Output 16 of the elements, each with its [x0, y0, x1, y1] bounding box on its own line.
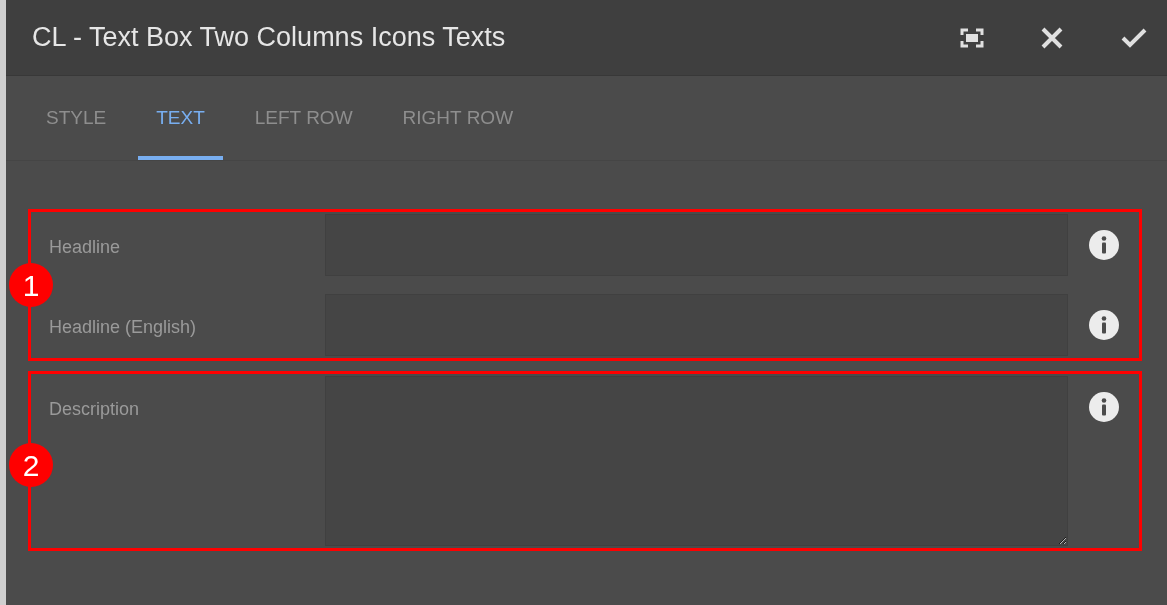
- tab[interactable]: LEFT ROW: [236, 76, 371, 160]
- tab[interactable]: RIGHT ROW: [384, 76, 532, 160]
- tab[interactable]: TEXT: [138, 76, 223, 160]
- info-icon[interactable]: [1088, 392, 1119, 422]
- field-label: Headline: [48, 236, 122, 259]
- callout-number: 1: [9, 263, 53, 307]
- close-icon: [1041, 26, 1063, 49]
- tab[interactable]: STYLE: [28, 76, 125, 160]
- info-icon[interactable]: [1088, 230, 1119, 260]
- field-label: Description: [48, 398, 141, 421]
- checkmark-icon: [1121, 27, 1147, 48]
- field-label: Headline (English): [48, 316, 198, 339]
- callout-number: 2: [9, 443, 53, 487]
- dialog-title: CL - Text Box Two Columns Icons Texts: [32, 21, 507, 55]
- fullscreen-icon: [960, 27, 984, 48]
- info-icon[interactable]: [1088, 310, 1119, 340]
